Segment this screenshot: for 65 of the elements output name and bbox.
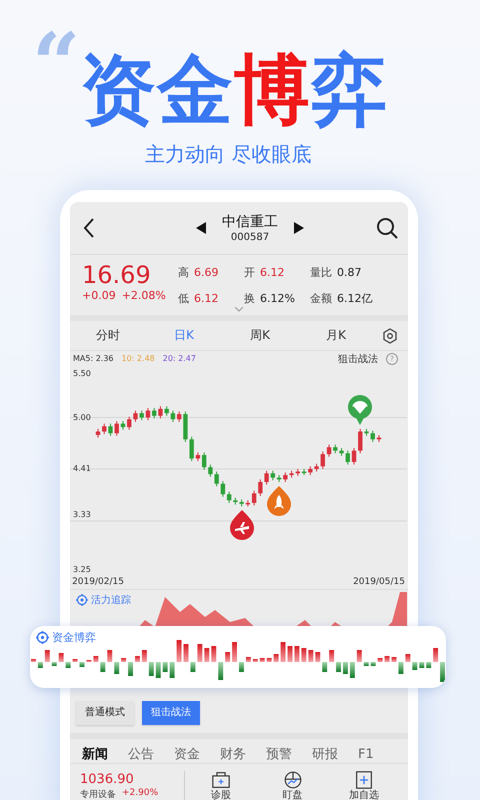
stat-value: 6.12 <box>260 266 284 280</box>
next-icon[interactable] <box>294 222 304 234</box>
tracker-label: 活力追踪 <box>91 594 131 607</box>
mode-button[interactable]: 普通模式 <box>76 701 134 725</box>
strategy-label: 狙击战法 <box>338 352 378 366</box>
news-tab[interactable]: 财务 <box>220 747 246 763</box>
news-tab[interactable]: 资金 <box>174 747 200 763</box>
quote-mark: “ <box>32 22 80 106</box>
stat-label: 量比 <box>310 265 332 280</box>
stat-label: 高 <box>178 265 189 280</box>
news-tab[interactable]: 研报 <box>312 747 338 763</box>
target-icon <box>76 594 88 606</box>
axis-label: 4.41 <box>73 462 91 474</box>
stat-value: 6.12亿 <box>337 290 372 306</box>
mode-button[interactable]: 狙击战法 <box>142 701 200 725</box>
moving-average-label: MA5: 2.36 <box>73 354 114 363</box>
stock-code: 000587 <box>230 230 270 244</box>
chart-globe-icon <box>284 770 302 788</box>
back-icon[interactable] <box>82 217 96 239</box>
period-tab[interactable]: 分时 <box>70 320 146 350</box>
grid-label: 3.33 <box>73 509 91 520</box>
airplane-marker-icon <box>228 509 255 542</box>
index-value: 1036.90 <box>80 771 135 788</box>
stat-label: 开 <box>244 265 255 280</box>
news-tab[interactable]: 新闻 <box>82 747 108 763</box>
sector-change: +2.90% <box>122 788 158 800</box>
news-tab[interactable]: F1 <box>358 747 374 763</box>
action-button[interactable]: 盯盘 <box>256 770 328 800</box>
previous-icon[interactable] <box>196 222 206 234</box>
stock-name: 中信重工 <box>222 212 278 230</box>
target-icon <box>36 631 49 644</box>
sector-name: 专用设备 <box>80 788 116 800</box>
add-icon <box>355 770 374 788</box>
change-percent: +2.08% <box>122 289 166 302</box>
stat-value: 6.69 <box>194 266 218 280</box>
parachute-marker-icon <box>347 394 374 426</box>
period-tab[interactable]: 月K <box>298 320 374 350</box>
axis-label: 2019/05/15 <box>353 576 405 589</box>
news-tab[interactable]: 预警 <box>266 747 292 763</box>
period-tab[interactable]: 周K <box>222 320 298 350</box>
stat-value: 0.87 <box>337 266 362 280</box>
stat-value: 6.12% <box>260 292 295 305</box>
action-button[interactable]: 加自选 <box>328 770 400 800</box>
rocket-marker-icon <box>266 485 292 518</box>
axis-label: 3.25 <box>73 564 91 575</box>
stat-label: 换 <box>244 290 255 306</box>
subtitle: 主力动向 尽收眼底 <box>145 141 312 168</box>
fund-card-title: 资金博弈 <box>52 630 96 645</box>
moving-average-label: 20: 2.47 <box>162 354 196 363</box>
price: 16.69 <box>82 261 152 289</box>
period-tab[interactable]: 日K <box>146 320 222 350</box>
stat-value: 6.12 <box>194 292 218 305</box>
axis-label: 5.00 <box>73 412 91 423</box>
change: +0.09 <box>82 289 116 302</box>
moving-average-label: 10: 2.48 <box>122 354 155 363</box>
search-icon[interactable] <box>376 217 398 239</box>
briefcase-icon <box>212 770 230 788</box>
headline: 资金博弈 <box>80 48 388 132</box>
action-button[interactable]: 诊股 <box>185 770 257 800</box>
axis-label: 2019/02/15 <box>72 576 124 589</box>
stat-label: 金额 <box>310 290 332 306</box>
axis-label: 5.50 <box>73 368 91 379</box>
news-tab[interactable]: 公告 <box>128 747 154 763</box>
settings-icon[interactable] <box>382 328 398 344</box>
stat-label: 低 <box>178 290 189 306</box>
